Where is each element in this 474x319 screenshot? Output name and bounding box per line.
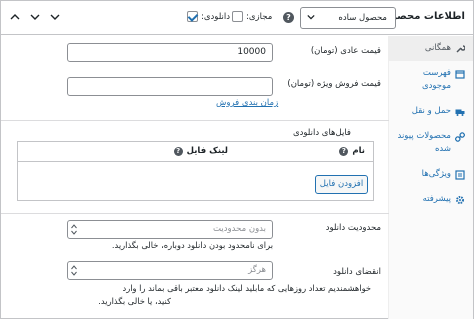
schedule-sale-link[interactable]: زمان بندی فروش <box>216 98 278 108</box>
sale-price-label: قیمت فروش ویژه (تومان) <box>287 79 381 89</box>
move-down-icon[interactable] <box>29 10 41 24</box>
download-limit-help: برای نامحدود بودن دانلود دوباره، خالی بگ… <box>111 240 273 250</box>
tab-label: پیشرفته <box>422 194 451 204</box>
collapse-icon[interactable] <box>49 10 61 24</box>
download-expiry-help-line2: کنید، یا خالی بگذارید. <box>98 296 171 306</box>
tab-label: فهرست موجودی <box>421 68 451 91</box>
table-header: نام ? لینک فایل ? <box>18 142 373 162</box>
tab-general[interactable]: همگانی <box>389 36 473 61</box>
download-expiry-placeholder: هرگز <box>248 265 266 275</box>
download-expiry-help-line1: خواهشمندیم تعداد روزهایی که مابلید لینک … <box>122 283 371 293</box>
list-icon <box>455 170 465 180</box>
tab-inventory[interactable]: فهرست موجودی <box>389 61 473 99</box>
tab-label: همگانی <box>424 43 451 53</box>
download-limit-placeholder: بدون محدودیت <box>213 224 266 234</box>
name-column-header: نام ? <box>339 146 365 156</box>
tab-label: محصولات پیوند شده <box>397 131 451 154</box>
wrench-icon <box>456 45 465 53</box>
product-type-value: محصول ساده <box>338 13 387 23</box>
regular-price-label: قیمت عادی (تومان) <box>310 46 381 56</box>
section-divider <box>1 120 389 121</box>
regular-price-value: 10000 <box>237 47 266 57</box>
tab-linked-products[interactable]: محصولات پیوند شده <box>389 124 473 162</box>
help-icon[interactable]: ? <box>173 146 183 156</box>
downloadable-checkbox[interactable] <box>187 11 198 22</box>
downloadable-option[interactable]: دانلودی: <box>187 11 230 22</box>
chevron-down-icon <box>307 14 315 20</box>
col-name: نام <box>352 146 365 156</box>
gear-icon <box>456 196 464 204</box>
regular-price-input[interactable]: 10000 <box>67 43 273 62</box>
col-link: لینک فایل <box>186 146 228 156</box>
tab-label: ویژگی‌ها <box>421 169 451 179</box>
virtual-checkbox[interactable] <box>232 11 243 22</box>
spinner-icon[interactable] <box>71 223 77 236</box>
downloadable-label: دانلودی: <box>201 11 231 22</box>
spinner-icon[interactable] <box>71 264 77 277</box>
product-type-select[interactable]: محصول ساده <box>300 7 396 29</box>
file-url-column-header: لینک فایل ? <box>173 146 228 156</box>
product-data-tabs: همگانی فهرست موجودی حمل و نقل محصولات پی… <box>388 36 473 319</box>
product-data-panel: اطلاعات محصول — محصول ساده ? مجازی: دانل… <box>0 0 474 319</box>
download-limit-label: محدودیت دانلود <box>325 223 381 233</box>
toggle-panel-icon[interactable] <box>9 10 21 24</box>
tab-advanced[interactable]: پیشرفته <box>389 187 473 212</box>
downloadable-files-label: فایل‌های دانلودی <box>292 128 351 138</box>
virtual-option[interactable]: مجازی: <box>232 11 272 22</box>
inventory-icon <box>455 70 465 79</box>
download-expiry-input[interactable]: هرگز <box>67 261 273 280</box>
add-file-button[interactable]: افزودن فایل <box>315 175 368 194</box>
help-icon[interactable]: ? <box>339 146 349 156</box>
download-limit-input[interactable]: بدون محدودیت <box>67 220 273 239</box>
link-icon <box>455 132 465 142</box>
help-icon[interactable]: ? <box>283 12 294 23</box>
panel-controls <box>9 10 61 24</box>
virtual-label: مجازی: <box>246 11 273 22</box>
sale-price-input[interactable] <box>67 77 273 96</box>
truck-icon <box>455 109 465 116</box>
section-divider <box>1 213 389 214</box>
general-options: قیمت عادی (تومان) 10000 قیمت فروش ویژه (… <box>1 36 389 319</box>
download-expiry-label: انقضای دانلود <box>333 267 381 277</box>
downloadable-files-table: نام ? لینک فایل ? افزودن فایل <box>17 141 374 201</box>
tab-label: حمل و نقل <box>411 106 451 116</box>
panel-header: اطلاعات محصول — محصول ساده ? مجازی: دانل… <box>1 1 473 35</box>
tab-attributes[interactable]: ویژگی‌ها <box>389 162 473 187</box>
tab-shipping[interactable]: حمل و نقل <box>389 99 473 124</box>
